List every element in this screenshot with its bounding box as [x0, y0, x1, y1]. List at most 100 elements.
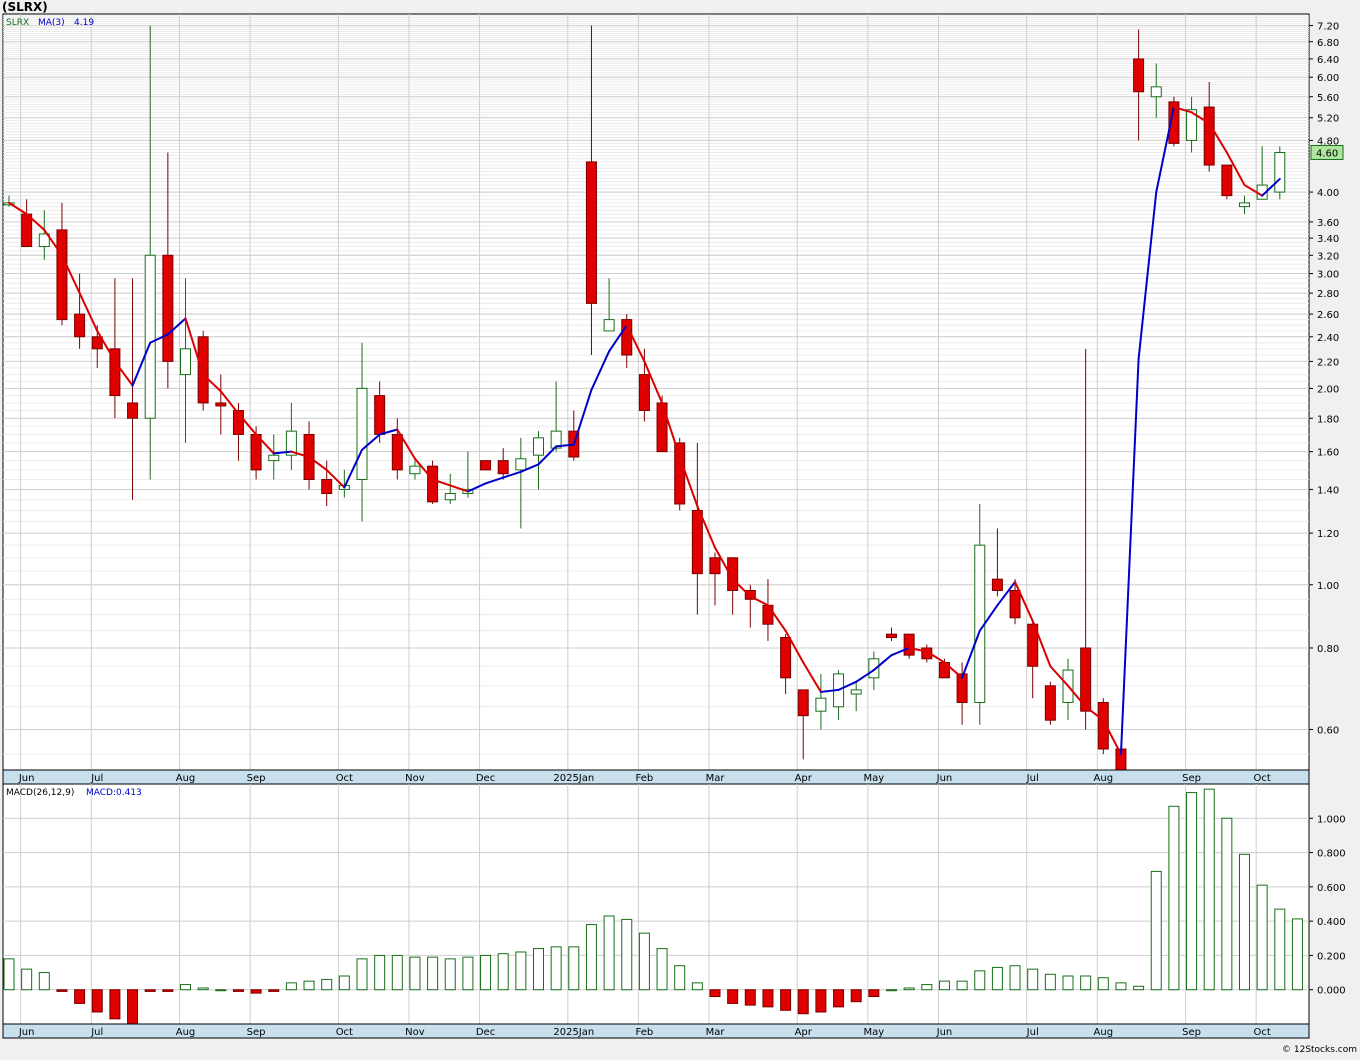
- candle: [1274, 146, 1286, 200]
- candle-body: [180, 348, 191, 376]
- price-tick-label: 0.60: [1317, 725, 1339, 736]
- macd-bar: [268, 989, 280, 992]
- candle-body: [268, 454, 280, 462]
- macd-bar: [674, 965, 686, 991]
- candle-body: [427, 465, 439, 503]
- candle-body: [1150, 86, 1162, 98]
- candle-body: [480, 460, 492, 471]
- macd-bar: [515, 951, 527, 991]
- macd-bar: [956, 980, 968, 991]
- macd-date-label: Jul: [1026, 1027, 1039, 1038]
- candle-body: [197, 336, 209, 404]
- macd-bar: [921, 984, 933, 991]
- price-tick-label: 3.40: [1317, 234, 1339, 245]
- macd-date-label: Sep: [247, 1027, 266, 1038]
- candle-body: [56, 229, 68, 321]
- candle-body: [1009, 589, 1021, 619]
- macd-bar: [815, 989, 827, 1013]
- candle: [1044, 681, 1056, 725]
- stock-chart: 0.60 0.80 1.00 1.20 1.40 1.60 1.80 2.00 2.20 2.40…: [0, 0, 1360, 1056]
- macd-bar: [303, 980, 315, 991]
- price-tick-label: 1.20: [1317, 529, 1339, 540]
- macd-bar: [1080, 975, 1092, 991]
- macd-bar: [374, 954, 386, 991]
- candle-body: [603, 319, 615, 332]
- macd-bar: [656, 948, 668, 991]
- macd-date-label: Oct: [1254, 1027, 1271, 1038]
- price-date-label: Mar: [706, 773, 726, 784]
- candle-body: [638, 374, 650, 411]
- macd-bar: [391, 954, 403, 991]
- chart-canvas: 0.60 0.80 1.00 1.20 1.40 1.60 1.80 2.00 2.20 2.40…: [0, 0, 1360, 1056]
- macd-tick-label: 0.800: [1317, 849, 1346, 860]
- macd-bar: [585, 924, 597, 991]
- candle: [480, 460, 492, 471]
- macd-bar: [533, 948, 544, 991]
- candle-body: [144, 254, 156, 419]
- candle-body: [850, 689, 862, 695]
- candle-body: [374, 395, 386, 435]
- macd-bar: [727, 989, 739, 1004]
- macd-date-label: Aug: [1094, 1027, 1114, 1038]
- macd-date-label: Jun: [936, 1027, 953, 1038]
- macd-bar: [162, 989, 174, 992]
- macd-bar: [762, 989, 774, 1008]
- price-date-label: Jun: [936, 773, 953, 784]
- macd-bar: [91, 989, 103, 1013]
- candle-body: [815, 697, 827, 712]
- candle-body: [409, 465, 421, 475]
- price-date-label: Sep: [247, 773, 266, 784]
- macd-bar: [497, 953, 509, 991]
- price-date-band: [2, 769, 1310, 785]
- price-date-label: Nov: [405, 773, 425, 784]
- candle-body: [1274, 151, 1286, 193]
- macd-bar: [850, 989, 862, 1003]
- macd-bar: [868, 989, 880, 998]
- macd-bar: [285, 982, 297, 991]
- macd-date-label: Oct: [336, 1027, 353, 1038]
- macd-bar: [1239, 853, 1250, 991]
- macd-bar: [444, 958, 456, 991]
- price-date-label: Oct: [336, 773, 353, 784]
- macd-bar: [780, 989, 792, 1011]
- price-date-label: Dec: [476, 773, 495, 784]
- macd-bar: [1027, 968, 1039, 991]
- macd-bar: [833, 989, 845, 1008]
- candle: [1221, 164, 1233, 200]
- macd-bar: [1062, 975, 1074, 991]
- price-tick-label: 6.00: [1317, 73, 1339, 84]
- candle-body: [533, 437, 544, 456]
- chart-title: (SLRX): [2, 0, 48, 14]
- candle-body: [515, 458, 527, 471]
- candle-body: [1221, 164, 1233, 197]
- price-date-label: Aug: [176, 773, 196, 784]
- candle-body: [444, 493, 456, 501]
- price-date-label: Jul: [1026, 773, 1039, 784]
- candle-body: [356, 387, 368, 481]
- macd-bar: [74, 989, 86, 1004]
- macd-bar: [215, 989, 227, 992]
- macd-bar: [250, 989, 262, 994]
- macd-tick-label: 0.600: [1317, 883, 1346, 894]
- macd-bar: [427, 956, 439, 991]
- macd-bar: [321, 978, 333, 991]
- macd-value: MACD:0.413: [86, 788, 142, 798]
- price-tick-label: 1.60: [1317, 448, 1339, 459]
- candle-body: [391, 433, 403, 471]
- candle-body: [974, 544, 986, 703]
- macd-bar: [797, 989, 809, 1015]
- candle-body: [674, 442, 686, 505]
- macd-bar: [3, 958, 15, 991]
- price-tick-label: 2.00: [1317, 384, 1339, 395]
- candle-body: [1203, 106, 1215, 166]
- macd-tick-label: 1.000: [1317, 814, 1346, 825]
- candle-body: [762, 604, 774, 625]
- price-tick-label: 6.40: [1317, 55, 1339, 66]
- candle-body: [780, 637, 792, 679]
- price-tick-label: 3.20: [1317, 251, 1339, 262]
- macd-bar: [356, 958, 368, 991]
- symbol-label: SLRX: [6, 18, 29, 28]
- candle-body: [497, 460, 509, 475]
- macd-bar: [338, 975, 350, 991]
- macd-bar: [409, 956, 421, 991]
